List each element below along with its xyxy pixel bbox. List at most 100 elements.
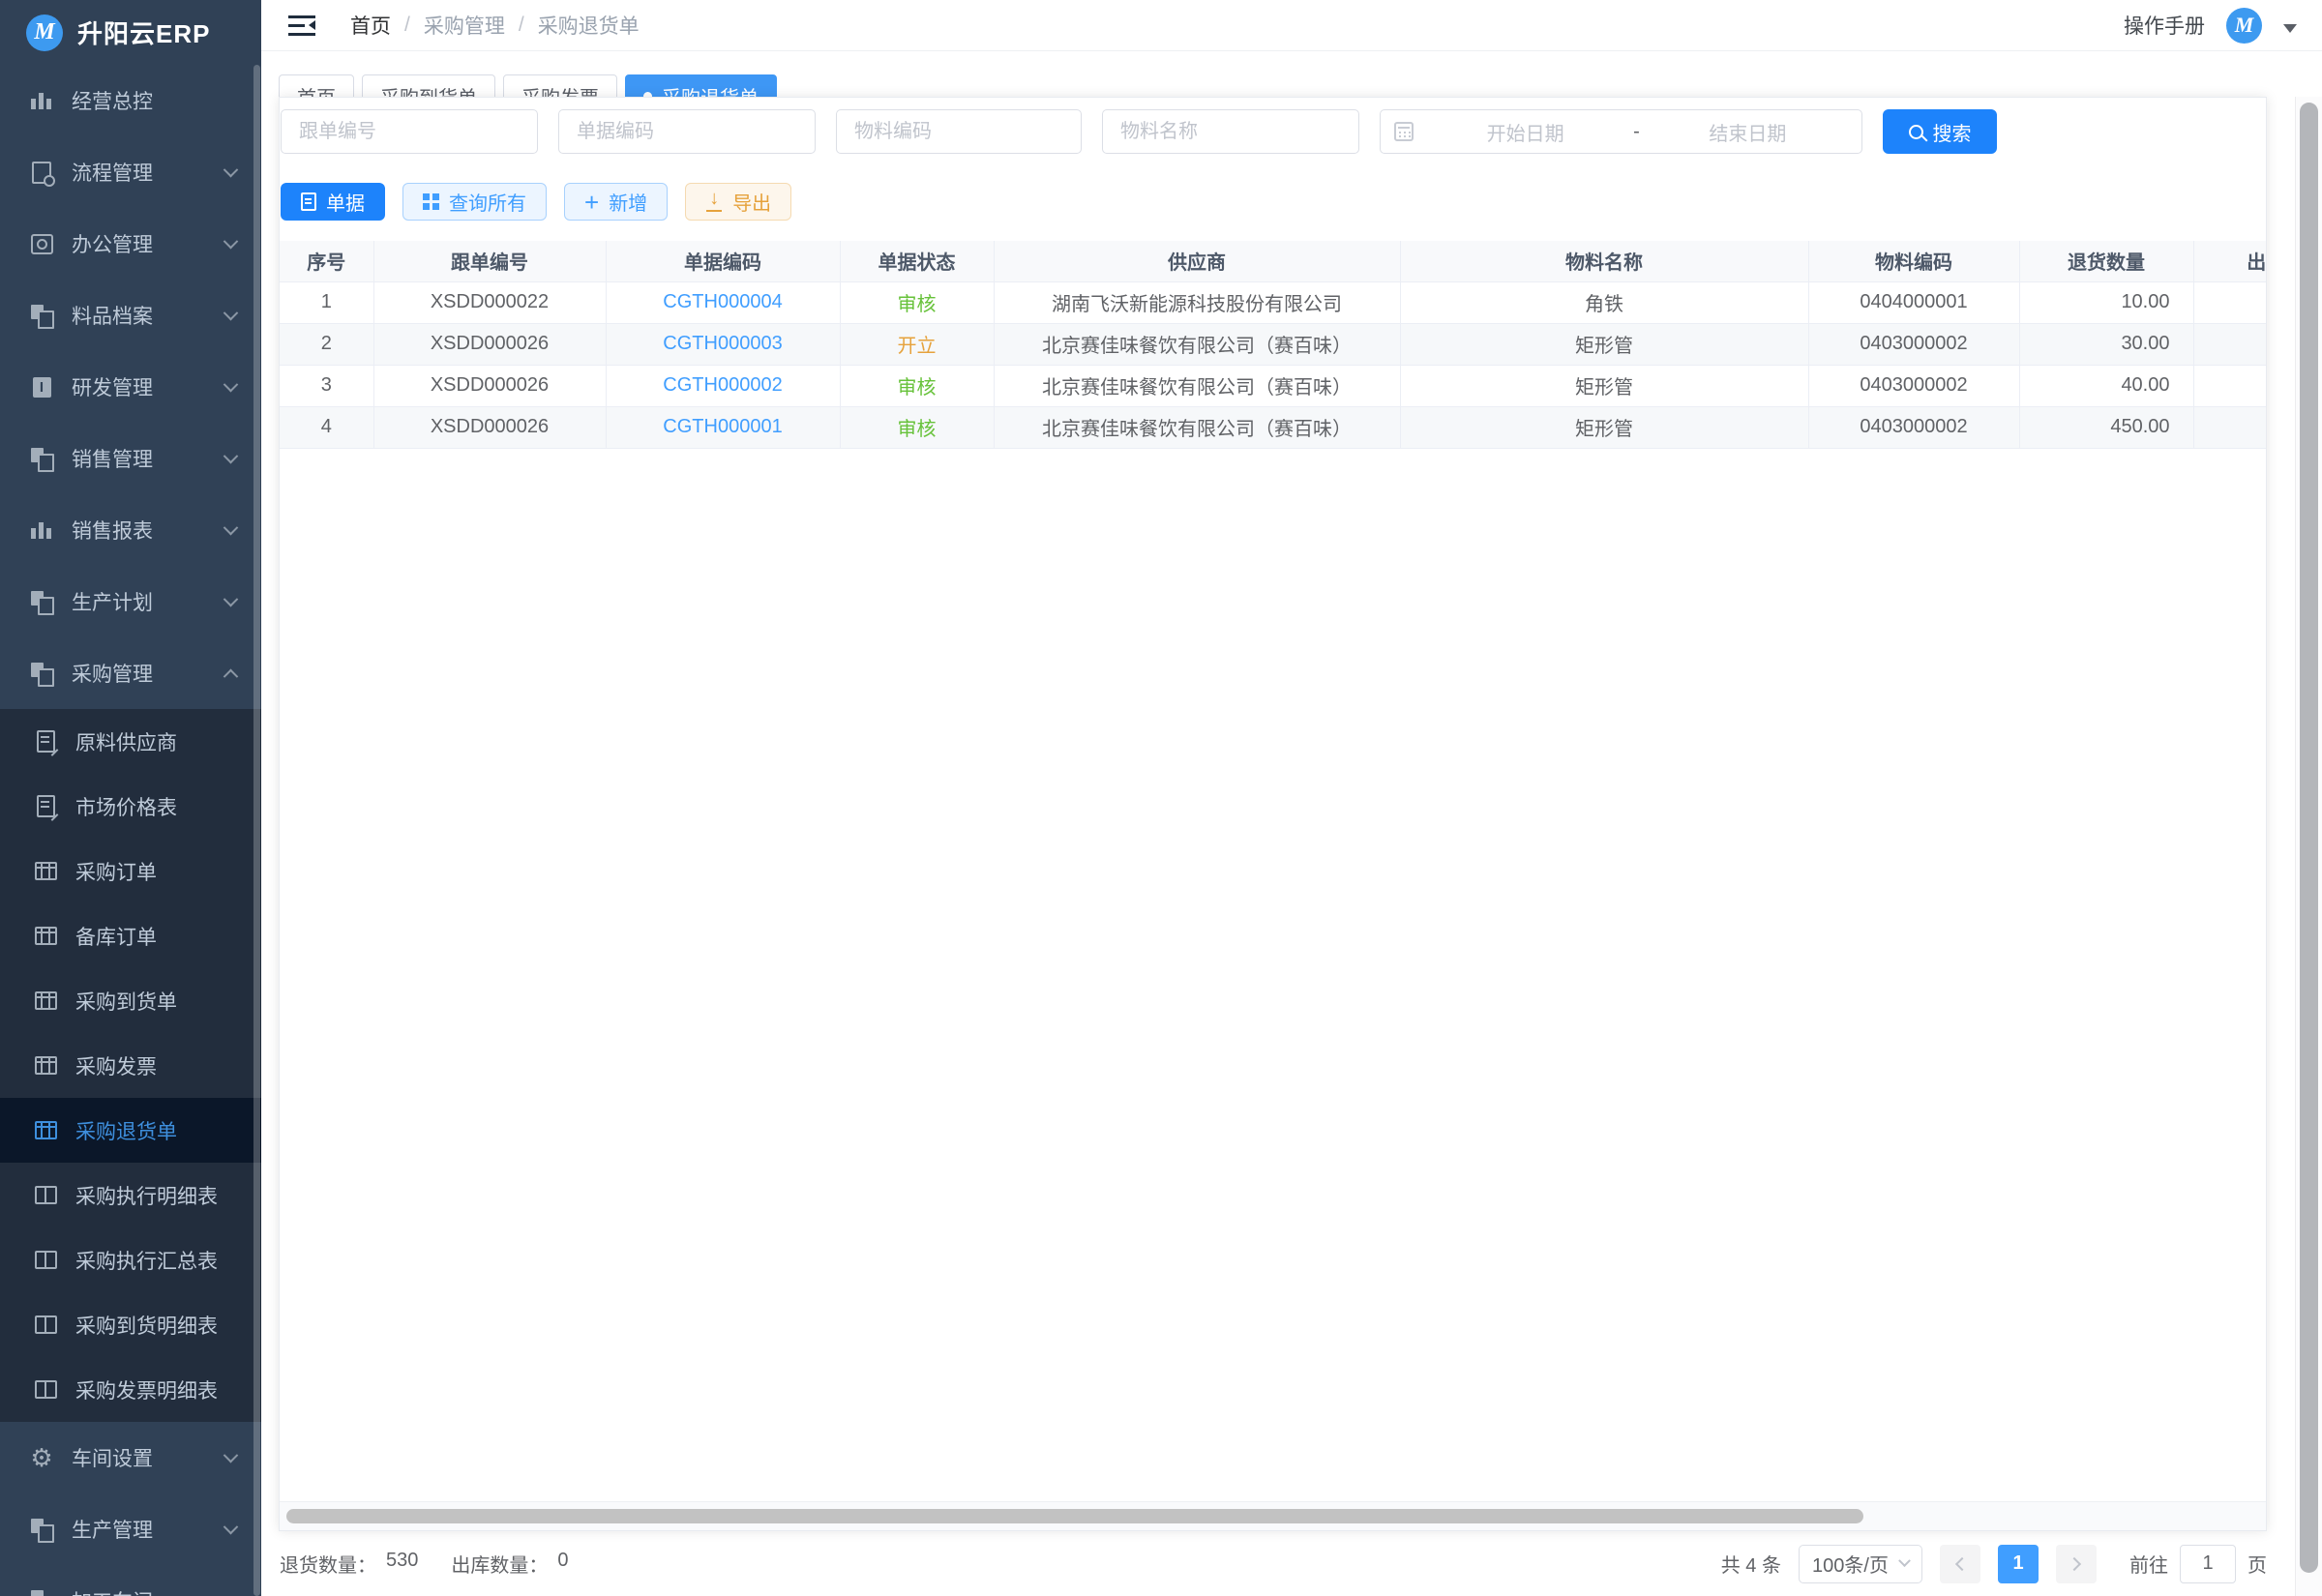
sidebar-item-purchase-exec-detail[interactable]: 采购执行明细表	[0, 1163, 261, 1227]
col-track-no: 跟单编号	[373, 241, 606, 281]
prev-page-button[interactable]	[1940, 1545, 1980, 1583]
sidebar-item-purchase-arrival-detail[interactable]: 采购到货明细表	[0, 1292, 261, 1357]
sidebar-item-purchase-invoice-detail[interactable]: 采购发票明细表	[0, 1357, 261, 1422]
col-doc-no: 单据编码	[606, 241, 840, 281]
next-page-button[interactable]	[2056, 1545, 2097, 1583]
track-no-input[interactable]	[281, 109, 538, 154]
material-name-input[interactable]	[1102, 109, 1359, 154]
doc-no-link[interactable]: CGTH000003	[663, 333, 782, 354]
total-count: 共 4 条	[1721, 1550, 1781, 1578]
add-button[interactable]: + 新增	[564, 183, 668, 221]
table-grid-icon	[33, 1053, 58, 1079]
sidebar-item-purchase-invoice[interactable]: 采购发票	[0, 1033, 261, 1098]
calendar-icon	[1394, 122, 1414, 141]
header-right: 操作手册 M	[2124, 8, 2297, 44]
col-material-name: 物料名称	[1400, 241, 1808, 281]
sidebar-item-workshop-settings[interactable]: ⚙ 车间设置	[0, 1422, 261, 1493]
filter-bar: 开始日期 - 结束日期 搜索	[280, 98, 2266, 154]
vertical-scrollbar	[2295, 97, 2322, 1596]
horizontal-scrollbar-thumb[interactable]	[286, 1509, 1863, 1523]
sidebar-item-material-archive[interactable]: 料品档案	[0, 280, 261, 351]
table-grid-icon	[33, 859, 58, 884]
open-book-icon	[33, 1183, 58, 1208]
sidebar-item-sales-mgmt[interactable]: 销售管理	[0, 423, 261, 494]
date-separator: -	[1633, 121, 1640, 143]
status-badge: 审核	[898, 377, 937, 399]
table-header-row: 序号 跟单编号 单据编码 单据状态 供应商 物料名称 物料编码 退货数量 出库数…	[280, 241, 2266, 281]
sidebar-item-raw-supplier[interactable]: 原料供应商	[0, 709, 261, 774]
date-range-picker[interactable]: 开始日期 - 结束日期	[1380, 109, 1862, 154]
sidebar-item-purchase-return[interactable]: 采购退货单	[0, 1098, 261, 1163]
doc-no-input[interactable]	[558, 109, 816, 154]
breadcrumb-purchase-return: 采购退货单	[538, 11, 640, 40]
main-area: 首页 / 采购管理 / 采购退货单 操作手册 M 首页 采购到货单 采购发票 采…	[261, 0, 2322, 1596]
sidebar-item-market-price[interactable]: 市场价格表	[0, 774, 261, 839]
breadcrumb: 首页 / 采购管理 / 采购退货单	[350, 11, 640, 40]
badge-icon	[29, 374, 54, 399]
sidebar-item-purchase-arrival[interactable]: 采购到货单	[0, 968, 261, 1033]
plus-icon: +	[584, 192, 599, 213]
open-book-icon	[33, 1248, 58, 1273]
return-qty-total: 退货数量： 530	[280, 1550, 418, 1578]
current-page-button[interactable]: 1	[1998, 1545, 2039, 1583]
sidebar-item-office-mgmt[interactable]: 办公管理	[0, 208, 261, 280]
vertical-scrollbar-thumb[interactable]	[2300, 103, 2318, 1573]
open-book-icon	[33, 1377, 58, 1403]
sidebar-item-purchase-exec-summary[interactable]: 采购执行汇总表	[0, 1227, 261, 1292]
chevron-up-icon	[223, 668, 239, 684]
status-badge: 开立	[898, 336, 937, 357]
collapse-menu-icon[interactable]	[288, 15, 315, 36]
status-badge: 审核	[898, 419, 937, 440]
breadcrumb-separator: /	[519, 14, 524, 37]
chevron-down-icon	[223, 233, 239, 249]
footer-bar: 退货数量： 530 出库数量： 0 共 4 条 100条/页 1 前往	[279, 1531, 2267, 1596]
app-title: 升阳云ERP	[77, 15, 210, 50]
document-icon	[301, 192, 316, 211]
copy-doc-icon	[29, 1517, 54, 1542]
sidebar-item-process-mgmt[interactable]: 流程管理	[0, 136, 261, 208]
sidebar-item-production-mgmt[interactable]: 生产管理	[0, 1493, 261, 1565]
logo-icon: M	[26, 15, 63, 51]
sidebar-item-purchase-mgmt[interactable]: 采购管理	[0, 637, 261, 709]
document-button[interactable]: 单据	[281, 183, 385, 221]
sidebar-scrollbar[interactable]	[253, 65, 260, 1596]
col-return-qty: 退货数量	[2019, 241, 2193, 281]
summary-stats: 退货数量： 530 出库数量： 0	[279, 1550, 569, 1578]
sidebar-item-process-workshop[interactable]: 加工车间	[0, 1565, 261, 1596]
export-button[interactable]: 导出	[685, 183, 791, 221]
gear-icon: ⚙	[29, 1445, 54, 1470]
sidebar-item-production-plan[interactable]: 生产计划	[0, 566, 261, 637]
sidebar-submenu-purchase: 原料供应商 市场价格表 采购订单 备库订单 采购到货单 采购发票	[0, 709, 261, 1422]
sidebar-item-stock-order[interactable]: 备库订单	[0, 903, 261, 968]
chevron-right-icon	[2068, 1556, 2081, 1570]
user-menu-caret-icon[interactable]	[2283, 24, 2297, 40]
material-code-input[interactable]	[836, 109, 1082, 154]
sidebar-item-purchase-order[interactable]: 采购订单	[0, 839, 261, 903]
purchase-return-table: 序号 跟单编号 单据编码 单据状态 供应商 物料名称 物料编码 退货数量 出库数…	[280, 241, 2266, 449]
manual-link[interactable]: 操作手册	[2124, 11, 2205, 40]
toolbar: 单据 查询所有 + 新增 导出	[280, 183, 2266, 221]
doc-no-link[interactable]: CGTH000001	[663, 416, 782, 437]
table-empty-space	[280, 449, 2266, 1502]
data-table-container: 序号 跟单编号 单据编码 单据状态 供应商 物料名称 物料编码 退货数量 出库数…	[280, 241, 2266, 449]
goto-page-input[interactable]	[2180, 1545, 2236, 1583]
top-header: 首页 / 采购管理 / 采购退货单 操作手册 M	[261, 0, 2322, 51]
doc-no-link[interactable]: CGTH000002	[663, 374, 782, 396]
goto-page: 前往 页	[2129, 1545, 2267, 1583]
page-size-select[interactable]: 100条/页	[1799, 1545, 1922, 1583]
search-button[interactable]: 搜索	[1883, 109, 1997, 154]
bar-chart-icon	[29, 88, 54, 113]
office-icon	[29, 231, 54, 256]
table-grid-icon	[33, 989, 58, 1014]
query-all-button[interactable]: 查询所有	[402, 183, 547, 221]
sidebar-item-biz-overview[interactable]: 经营总控	[0, 65, 261, 136]
breadcrumb-home[interactable]: 首页	[350, 11, 391, 40]
content-card: 开始日期 - 结束日期 搜索 单据 查询所有	[279, 97, 2267, 1531]
sidebar-item-rnd-mgmt[interactable]: 研发管理	[0, 351, 261, 423]
sidebar-item-sales-report[interactable]: 销售报表	[0, 494, 261, 566]
col-status: 单据状态	[840, 241, 994, 281]
user-avatar[interactable]: M	[2226, 8, 2262, 44]
doc-no-link[interactable]: CGTH000004	[663, 291, 782, 312]
status-badge: 审核	[898, 294, 937, 315]
copy-doc-icon	[29, 1588, 54, 1596]
